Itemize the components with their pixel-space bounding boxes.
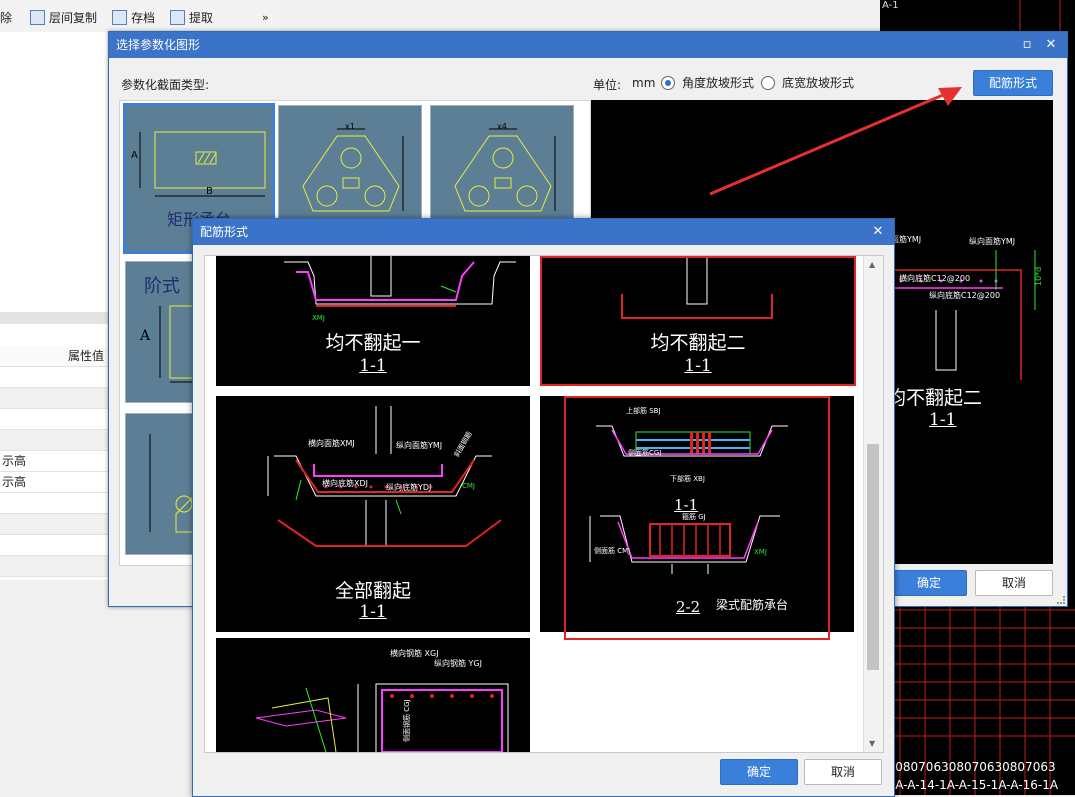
dim-label: A (131, 150, 138, 161)
cancel-button[interactable]: 取消 (804, 759, 882, 785)
annotation-arrow (709, 87, 962, 196)
attr-row[interactable] (0, 409, 108, 430)
rebar-label: CMJ (462, 482, 475, 490)
toolbar: 除 层间复制 存档 提取 » (0, 0, 280, 33)
toolbar-more-button[interactable]: » (262, 8, 269, 26)
extract-button[interactable]: 提取 (170, 8, 213, 26)
attr-header: 属性值 (0, 346, 108, 367)
dialog-title-bar[interactable]: 配筋形式 (193, 219, 894, 245)
cad-axis-row: 11A-A-14-1A-A-15-1A-A-16-1A (880, 778, 1059, 792)
scroll-down-icon[interactable]: ▼ (869, 739, 875, 748)
attr-row[interactable] (0, 514, 108, 535)
rebar-label: 10*d (1034, 266, 1043, 286)
attr-row[interactable] (0, 367, 108, 388)
dim-label: x4 (497, 122, 507, 131)
attr-row-elevation[interactable]: 示高 (0, 472, 108, 493)
rebar-label: 纵向面筋YMJ (969, 237, 1016, 246)
scrollbar-thumb[interactable] (867, 444, 879, 670)
attr-row[interactable] (0, 388, 108, 409)
dialog-title: 配筋形式 (200, 225, 249, 239)
extract-icon (170, 9, 185, 25)
close-icon[interactable]: ✕ (866, 219, 890, 245)
rebar-label: 纵向面筋YMJ (396, 441, 443, 450)
rebar-option-no-bend-1[interactable]: XMJ 均不翻起一 1-1 (216, 256, 530, 386)
rebar-option-column-cap[interactable]: 横向钢筋 XGJ 纵向钢筋 YGJ 侧面钢筋 CGJ (216, 638, 530, 752)
option-caption: 均不翻起二 (650, 332, 746, 354)
option-section: 1-1 (359, 356, 387, 376)
attr-row[interactable] (0, 535, 108, 556)
resize-grip-icon[interactable] (1057, 596, 1065, 604)
copy-floor-button[interactable]: 层间复制 (30, 8, 97, 26)
rebar-form-list: XMJ 均不翻起一 1-1 均不翻起二 1-1 横向面筋XMJ 纵向面筋YMJ … (204, 255, 884, 753)
rebar-label: 面筋YMJ (891, 235, 922, 244)
annotation-highlight-box (564, 396, 830, 640)
maximize-icon[interactable]: ▫ (1015, 32, 1039, 58)
rebar-option-no-bend-2[interactable]: 均不翻起二 1-1 (540, 256, 856, 386)
cancel-button[interactable]: 取消 (975, 570, 1053, 596)
preview-section: 1-1 (929, 410, 957, 430)
unit-label: 单位: (593, 78, 622, 92)
radio-checked-icon (661, 75, 675, 90)
scroll-up-icon[interactable]: ▲ (869, 260, 875, 269)
confirm-button[interactable]: 确定 (891, 570, 967, 596)
attr-row[interactable] (0, 430, 108, 451)
left-panel-divider (0, 312, 108, 324)
dim-label: B (206, 186, 213, 197)
attr-row[interactable] (0, 493, 108, 514)
attr-row-elevation[interactable]: 示高 (0, 451, 108, 472)
attr-row[interactable] (0, 556, 108, 577)
rebar-label: 横向底筋C12@200 (899, 274, 971, 283)
close-icon[interactable]: ✕ (1039, 32, 1063, 58)
dialog-title: 选择参数化图形 (116, 38, 201, 52)
cad-axis-row: 63080706308070630807063 (880, 760, 1056, 774)
rebar-label: 横向钢筋 XGJ (390, 649, 439, 658)
option-caption: 均不翻起一 (325, 332, 421, 354)
rebar-label: 纵向钢筋 YGJ (434, 659, 482, 668)
rebar-label: 横向底筋XDJ (322, 479, 368, 488)
dim-label: x1 (345, 122, 355, 131)
preview-caption: 均不翻起二 (887, 387, 983, 409)
unit-value: mm (632, 76, 656, 90)
confirm-button[interactable]: 确定 (720, 759, 798, 785)
cad-axis-label: A-1 (882, 0, 899, 11)
rebar-form-button[interactable]: 配筋形式 (973, 70, 1053, 96)
left-panel: 属性值 示高 示高 (0, 32, 109, 580)
rebar-form-dialog: 配筋形式 ✕ XMJ 均不翻起一 1-1 均不翻起二 1-1 横向面筋XMJ 纵… (192, 218, 895, 797)
rebar-label: 侧面钢筋 CGJ (403, 699, 411, 742)
vertical-scrollbar[interactable]: ▲ ▼ (863, 256, 883, 752)
rebar-option-full-bend[interactable]: 横向面筋XMJ 纵向面筋YMJ 横向底筋XDJ 纵向底筋YDJ CMJ 斜面钢筋… (216, 396, 530, 632)
option-caption: 全部翻起 (334, 580, 411, 602)
rebar-label: 横向面筋XMJ (308, 439, 355, 448)
save-button[interactable]: 存档 (112, 8, 155, 26)
option-section: 1-1 (684, 356, 712, 376)
save-icon (112, 9, 127, 25)
copy-icon (30, 9, 45, 25)
section-type-label: 参数化截面类型: (121, 78, 210, 92)
rebar-label: 纵向底筋C12@200 (929, 291, 1001, 300)
delete-button[interactable]: 除 (0, 8, 12, 26)
option-section: 1-1 (359, 602, 387, 622)
rebar-label: XMJ (312, 314, 325, 322)
dialog-title-bar[interactable]: 选择参数化图形 (109, 32, 1067, 58)
rebar-label: 纵向底筋YDJ (386, 483, 432, 492)
